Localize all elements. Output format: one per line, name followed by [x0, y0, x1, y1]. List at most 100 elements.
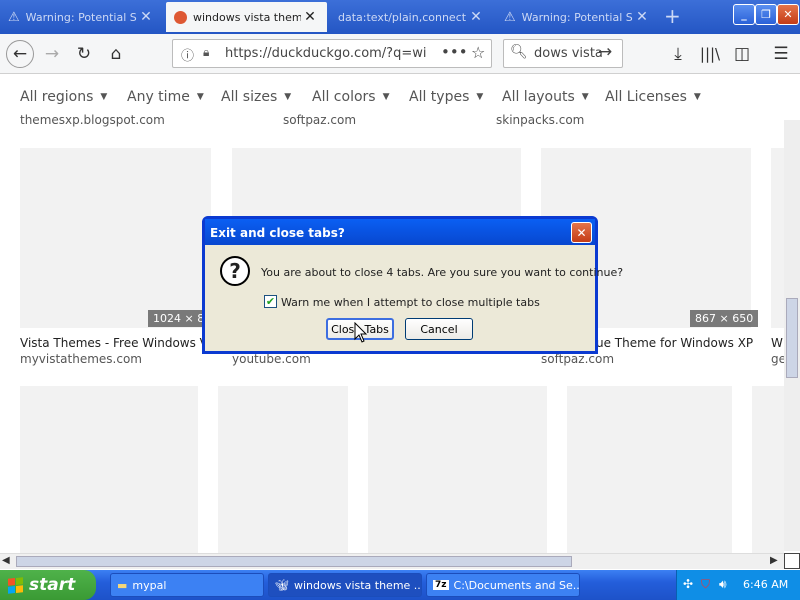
url-bar[interactable]: ⓘ 🔒︎ https://duckduckgo.com/?q=wi ••• ☆ [172, 39, 492, 68]
filter-time[interactable]: Any time ▼ [127, 89, 204, 105]
scroll-right-icon[interactable]: ▶ [770, 555, 778, 566]
image-result[interactable] [20, 386, 198, 554]
library-icon[interactable]: |||\ [696, 40, 724, 68]
result-source[interactable]: themesxp.blogspot.com [20, 113, 220, 127]
lock-icon[interactable]: 🔒︎ [203, 45, 209, 60]
tab-duckduckgo[interactable]: windows vista theme ✕ [166, 2, 327, 32]
close-icon[interactable]: ✕ [633, 9, 651, 25]
question-icon: ? [220, 256, 250, 286]
bookmark-star-icon[interactable]: ☆ [471, 43, 485, 62]
tab-data-text[interactable]: data:text/plain,connectio ✕ [330, 2, 493, 32]
filter-colors[interactable]: All colors ▼ [312, 89, 390, 105]
info-icon[interactable]: ⓘ [181, 45, 194, 64]
result-title[interactable]: W [771, 336, 784, 350]
menu-icon[interactable]: ☰ [767, 40, 795, 68]
caret-down-icon: ▼ [476, 92, 484, 102]
close-window-button[interactable]: ✕ [777, 4, 799, 25]
caret-down-icon: ▼ [693, 92, 701, 102]
image-result[interactable] [368, 386, 547, 554]
windows-logo-icon [8, 576, 23, 594]
7zip-icon: 7z [433, 580, 449, 590]
volume-icon[interactable]: 🔊︎ [719, 577, 727, 592]
taskbar-item-browser[interactable]: 🦋︎ windows vista theme ... [268, 573, 422, 597]
reload-icon[interactable]: ↻ [70, 40, 98, 68]
tab-title: Warning: Potential Se [521, 10, 633, 24]
result-source[interactable]: youtube.com [232, 352, 422, 366]
back-icon[interactable]: ← [6, 40, 34, 68]
close-tabs-dialog: Exit and close tabs? ✕ ? You are about t… [202, 216, 623, 354]
filter-regions[interactable]: All regions ▼ [20, 89, 107, 105]
result-title[interactable]: ue Theme for Windows XP [596, 336, 756, 350]
tab-title: Warning: Potential Se [25, 10, 137, 24]
network-icon[interactable]: ✣ [683, 577, 693, 591]
filter-layouts[interactable]: All layouts ▼ [502, 89, 589, 105]
image-result[interactable] [20, 148, 211, 328]
minimize-button[interactable]: _ [733, 4, 755, 25]
image-result[interactable] [771, 148, 784, 328]
close-icon[interactable]: ✕ [137, 9, 155, 25]
warn-checkbox[interactable]: ✔ [264, 295, 277, 308]
dialog-close-button[interactable]: ✕ [571, 222, 592, 243]
maximize-button[interactable]: ❐ [755, 4, 777, 25]
filter-label: All Licenses [605, 89, 687, 105]
home-icon[interactable]: ⌂ [102, 40, 130, 68]
result-source[interactable]: skinpacks.com [496, 113, 696, 127]
filter-label: All layouts [502, 89, 575, 105]
scrollbar-thumb[interactable] [786, 298, 798, 378]
taskbar-item-mypal[interactable]: ▬ mypal [110, 573, 264, 597]
image-result[interactable] [218, 386, 348, 554]
horizontal-scrollbar[interactable]: ◀ ▶ [0, 553, 784, 569]
result-source[interactable]: ge [771, 352, 784, 366]
filter-label: All sizes [221, 89, 278, 105]
duckduckgo-icon [174, 10, 187, 24]
checkbox-label[interactable]: Warn me when I attempt to close multiple… [281, 296, 540, 309]
close-icon[interactable]: ✕ [301, 9, 319, 25]
tab-warning-2[interactable]: ⚠ Warning: Potential Se ✕ [496, 2, 659, 32]
dialog-message: You are about to close 4 tabs. Are you s… [261, 266, 624, 279]
scroll-left-icon[interactable]: ◀ [2, 555, 10, 566]
scrollbar-thumb[interactable] [16, 556, 572, 567]
browser-icon: 🦋︎ [275, 578, 289, 592]
caret-down-icon: ▼ [581, 92, 589, 102]
security-shield-icon[interactable]: ⛉ [701, 577, 710, 592]
mouse-cursor-icon [354, 322, 368, 343]
search-go-icon[interactable]: → [598, 42, 612, 62]
result-source[interactable]: myvistathemes.com [20, 352, 210, 366]
sidebar-icon[interactable]: ◫ [728, 40, 756, 68]
taskbar-item-7zip[interactable]: 7z C:\Documents and Se... [426, 573, 580, 597]
forward-icon[interactable]: → [38, 40, 66, 68]
result-source[interactable]: softpaz.com [541, 352, 731, 366]
result-source[interactable]: softpaz.com [283, 113, 483, 127]
start-button[interactable]: start [0, 570, 96, 600]
vertical-scrollbar[interactable] [784, 120, 800, 551]
download-icon[interactable]: ⤓ [664, 40, 692, 68]
caret-down-icon: ▼ [196, 92, 204, 102]
image-result[interactable] [567, 386, 732, 554]
navigation-bar: ← → ↻ ⌂ ⓘ 🔒︎ https://duckduckgo.com/?q=w… [0, 34, 800, 74]
filter-sizes[interactable]: All sizes ▼ [221, 89, 291, 105]
warning-icon: ⚠ [504, 9, 516, 25]
new-tab-button[interactable]: + [664, 4, 681, 28]
url-text: https://duckduckgo.com/?q=wi [225, 46, 427, 61]
start-label: start [29, 575, 76, 595]
filter-types[interactable]: All types ▼ [409, 89, 483, 105]
tab-strip: ⚠ Warning: Potential Se ✕ windows vista … [0, 0, 800, 34]
taskbar-item-label: mypal [132, 578, 167, 592]
dialog-title: Exit and close tabs? [205, 219, 595, 245]
clock[interactable]: 6:46 AM [743, 578, 788, 591]
filter-label: All colors [312, 89, 376, 105]
cancel-button[interactable]: Cancel [405, 318, 473, 340]
filter-licenses[interactable]: All Licenses ▼ [605, 89, 701, 105]
result-title[interactable]: Vista Themes - Free Windows V [20, 336, 210, 350]
more-actions-icon[interactable]: ••• [441, 43, 468, 61]
resize-corner [784, 553, 800, 569]
tab-warning-1[interactable]: ⚠ Warning: Potential Se ✕ [0, 2, 163, 32]
search-icon: 🔍︎ [510, 44, 528, 60]
caret-down-icon: ▼ [284, 92, 292, 102]
search-bar[interactable]: 🔍︎ dows vista → [503, 39, 623, 68]
filter-label: Any time [127, 89, 190, 105]
search-input[interactable]: dows vista [534, 46, 603, 61]
tab-title: data:text/plain,connectio [338, 10, 467, 24]
image-result[interactable] [752, 386, 784, 554]
close-icon[interactable]: ✕ [467, 9, 485, 25]
